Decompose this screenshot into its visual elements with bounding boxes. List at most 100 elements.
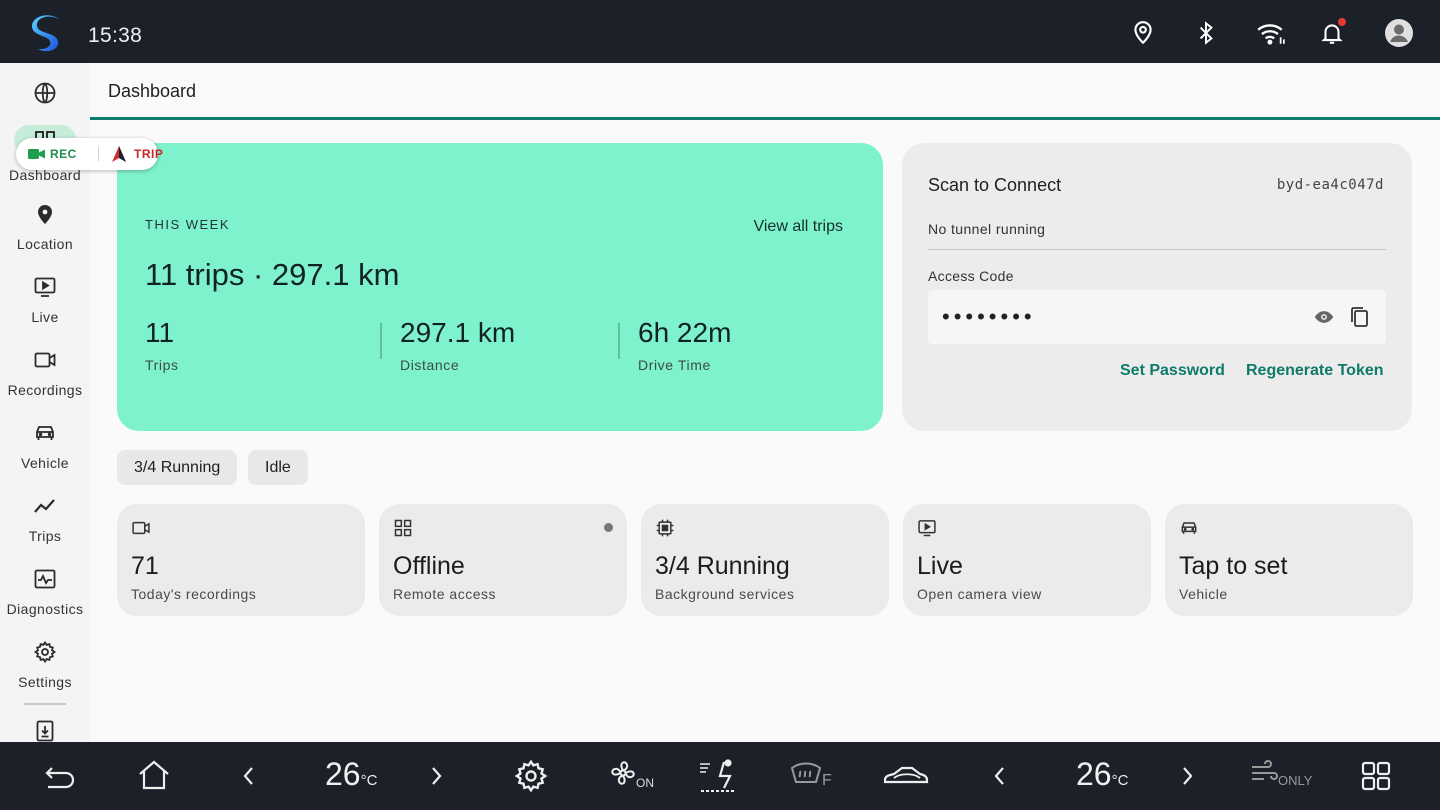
tile-value: 3/4 Running xyxy=(655,552,790,580)
nav-item-location[interactable]: Location xyxy=(0,202,90,252)
nav-label-live: Live xyxy=(31,309,59,325)
right-temperature: 26°C xyxy=(1076,756,1128,793)
access-code-field[interactable]: •••••••• xyxy=(928,290,1386,344)
account-icon[interactable] xyxy=(1384,18,1414,48)
stat-value: 11 xyxy=(145,317,175,348)
navigation-arrow-icon xyxy=(112,146,126,162)
filter-chip-idle[interactable]: Idle xyxy=(248,450,308,485)
view-all-trips-link[interactable]: View all trips xyxy=(753,218,843,236)
live-play-icon xyxy=(918,520,936,537)
eye-icon[interactable] xyxy=(1314,307,1334,327)
gear-icon[interactable] xyxy=(513,758,549,794)
status-bar: 15:38 xyxy=(0,0,1440,63)
trip-label: TRIP xyxy=(134,147,164,161)
nav-item-recordings[interactable]: Recordings xyxy=(0,348,90,398)
notifications[interactable] xyxy=(1319,18,1346,46)
temp-unit: °C xyxy=(1111,772,1129,789)
page-title: Dashboard xyxy=(108,81,197,101)
nav-item-globe[interactable] xyxy=(0,81,90,105)
tile-value: 71 xyxy=(131,552,159,580)
back-icon[interactable] xyxy=(42,758,78,794)
defrost-front[interactable]: F xyxy=(790,758,836,794)
stat-trips: 11 Trips xyxy=(145,317,179,373)
copy-icon[interactable] xyxy=(1349,306,1369,328)
clock: 15:38 xyxy=(88,24,143,47)
set-password-button[interactable]: Set Password xyxy=(1120,362,1225,380)
nav-label-recordings: Recordings xyxy=(7,382,83,398)
app-grid-icon[interactable] xyxy=(1358,758,1394,794)
fan-icon xyxy=(611,761,635,785)
tile-label: Background services xyxy=(655,586,795,602)
car-icon xyxy=(36,426,54,440)
video-camera-icon xyxy=(28,149,45,159)
tile-recordings[interactable]: 71 Today's recordings xyxy=(117,504,365,616)
ac-only-mode[interactable]: ONLY xyxy=(1250,758,1316,794)
nav-item-live[interactable]: Live xyxy=(0,275,90,325)
tile-value: Live xyxy=(917,552,963,580)
car-icon xyxy=(1181,522,1197,534)
trend-icon xyxy=(34,499,55,513)
weekly-summary-card: THIS WEEK View all trips 11 trips · 297.… xyxy=(117,143,883,431)
diagnostics-icon xyxy=(34,569,56,589)
chevron-left-icon[interactable] xyxy=(981,758,1017,794)
video-camera-icon xyxy=(34,352,56,368)
dashboard-icon xyxy=(394,519,412,537)
remote-connect-card: Scan to Connect byd-ea4c047d No tunnel r… xyxy=(902,143,1412,431)
tunnel-status: No tunnel running xyxy=(928,221,1046,237)
device-id: byd-ea4c047d xyxy=(1276,177,1384,193)
stat-drive-time: 6h 22m Drive Time xyxy=(638,317,731,373)
nav-item-vehicle[interactable]: Vehicle xyxy=(0,421,90,471)
air-flow-icon xyxy=(1252,760,1278,780)
notification-dot xyxy=(1338,18,1346,26)
filter-chip-running[interactable]: 3/4 Running xyxy=(117,450,238,485)
defrost-icon xyxy=(790,762,822,783)
nav-item-download[interactable] xyxy=(0,719,90,743)
right-temp-value: 26 xyxy=(1076,756,1112,792)
nav-label-trips: Trips xyxy=(28,528,62,544)
nav-item-settings[interactable]: Settings xyxy=(0,640,90,690)
nav-label-vehicle: Vehicle xyxy=(21,455,69,471)
home-icon[interactable] xyxy=(136,758,172,794)
tile-remote-access[interactable]: Offline Remote access xyxy=(379,504,627,616)
page-header: Dashboard xyxy=(90,63,1440,117)
tile-label: Remote access xyxy=(393,586,496,602)
chip-separator xyxy=(98,147,99,161)
chevron-left-icon[interactable] xyxy=(230,758,266,794)
vehicle-control-bar: 26°C ON F 26°C ONLY xyxy=(0,742,1440,810)
only-label: ONLY xyxy=(1278,773,1313,788)
car-recirculation-icon[interactable] xyxy=(882,758,930,794)
regenerate-token-button[interactable]: Regenerate Token xyxy=(1246,362,1384,380)
recording-status-chip[interactable]: REC TRIP xyxy=(16,138,163,170)
wifi-icon[interactable] xyxy=(1256,20,1286,46)
app-logo-icon xyxy=(32,15,60,52)
live-play-icon xyxy=(34,277,56,297)
chevron-right-icon[interactable] xyxy=(419,758,455,794)
stat-distance: 297.1 km Distance xyxy=(400,317,515,373)
nav-item-trips[interactable]: Trips xyxy=(0,494,90,544)
tile-live[interactable]: Live Open camera view xyxy=(903,504,1151,616)
access-code-value: •••••••• xyxy=(942,304,1036,329)
rec-label: REC xyxy=(50,147,77,161)
bluetooth-icon[interactable] xyxy=(1193,20,1219,46)
gear-icon xyxy=(33,640,57,664)
stat-value: 297.1 km xyxy=(400,317,516,348)
nav-item-diagnostics[interactable]: Diagnostics xyxy=(0,567,90,617)
seat-airflow-icon[interactable] xyxy=(698,758,738,794)
fan-status: ON xyxy=(636,776,654,790)
connect-title: Scan to Connect xyxy=(928,175,1062,195)
tile-value: Offline xyxy=(393,552,465,580)
stat-label: Trips xyxy=(145,357,179,373)
fan-control[interactable]: ON xyxy=(608,758,654,794)
download-icon xyxy=(36,720,54,742)
chevron-right-icon[interactable] xyxy=(1170,758,1206,794)
tile-background-services[interactable]: 3/4 Running Background services xyxy=(641,504,889,616)
left-temp-value: 26 xyxy=(325,756,361,792)
week-summary: 11 trips · 297.1 km xyxy=(145,257,400,292)
tile-vehicle[interactable]: Tap to set Vehicle xyxy=(1165,504,1413,616)
divider xyxy=(928,249,1386,250)
chip-icon xyxy=(656,519,674,537)
temp-unit: °C xyxy=(360,772,378,789)
tile-label: Today's recordings xyxy=(131,586,257,602)
location-icon[interactable] xyxy=(1130,20,1156,46)
status-dot xyxy=(604,523,613,532)
